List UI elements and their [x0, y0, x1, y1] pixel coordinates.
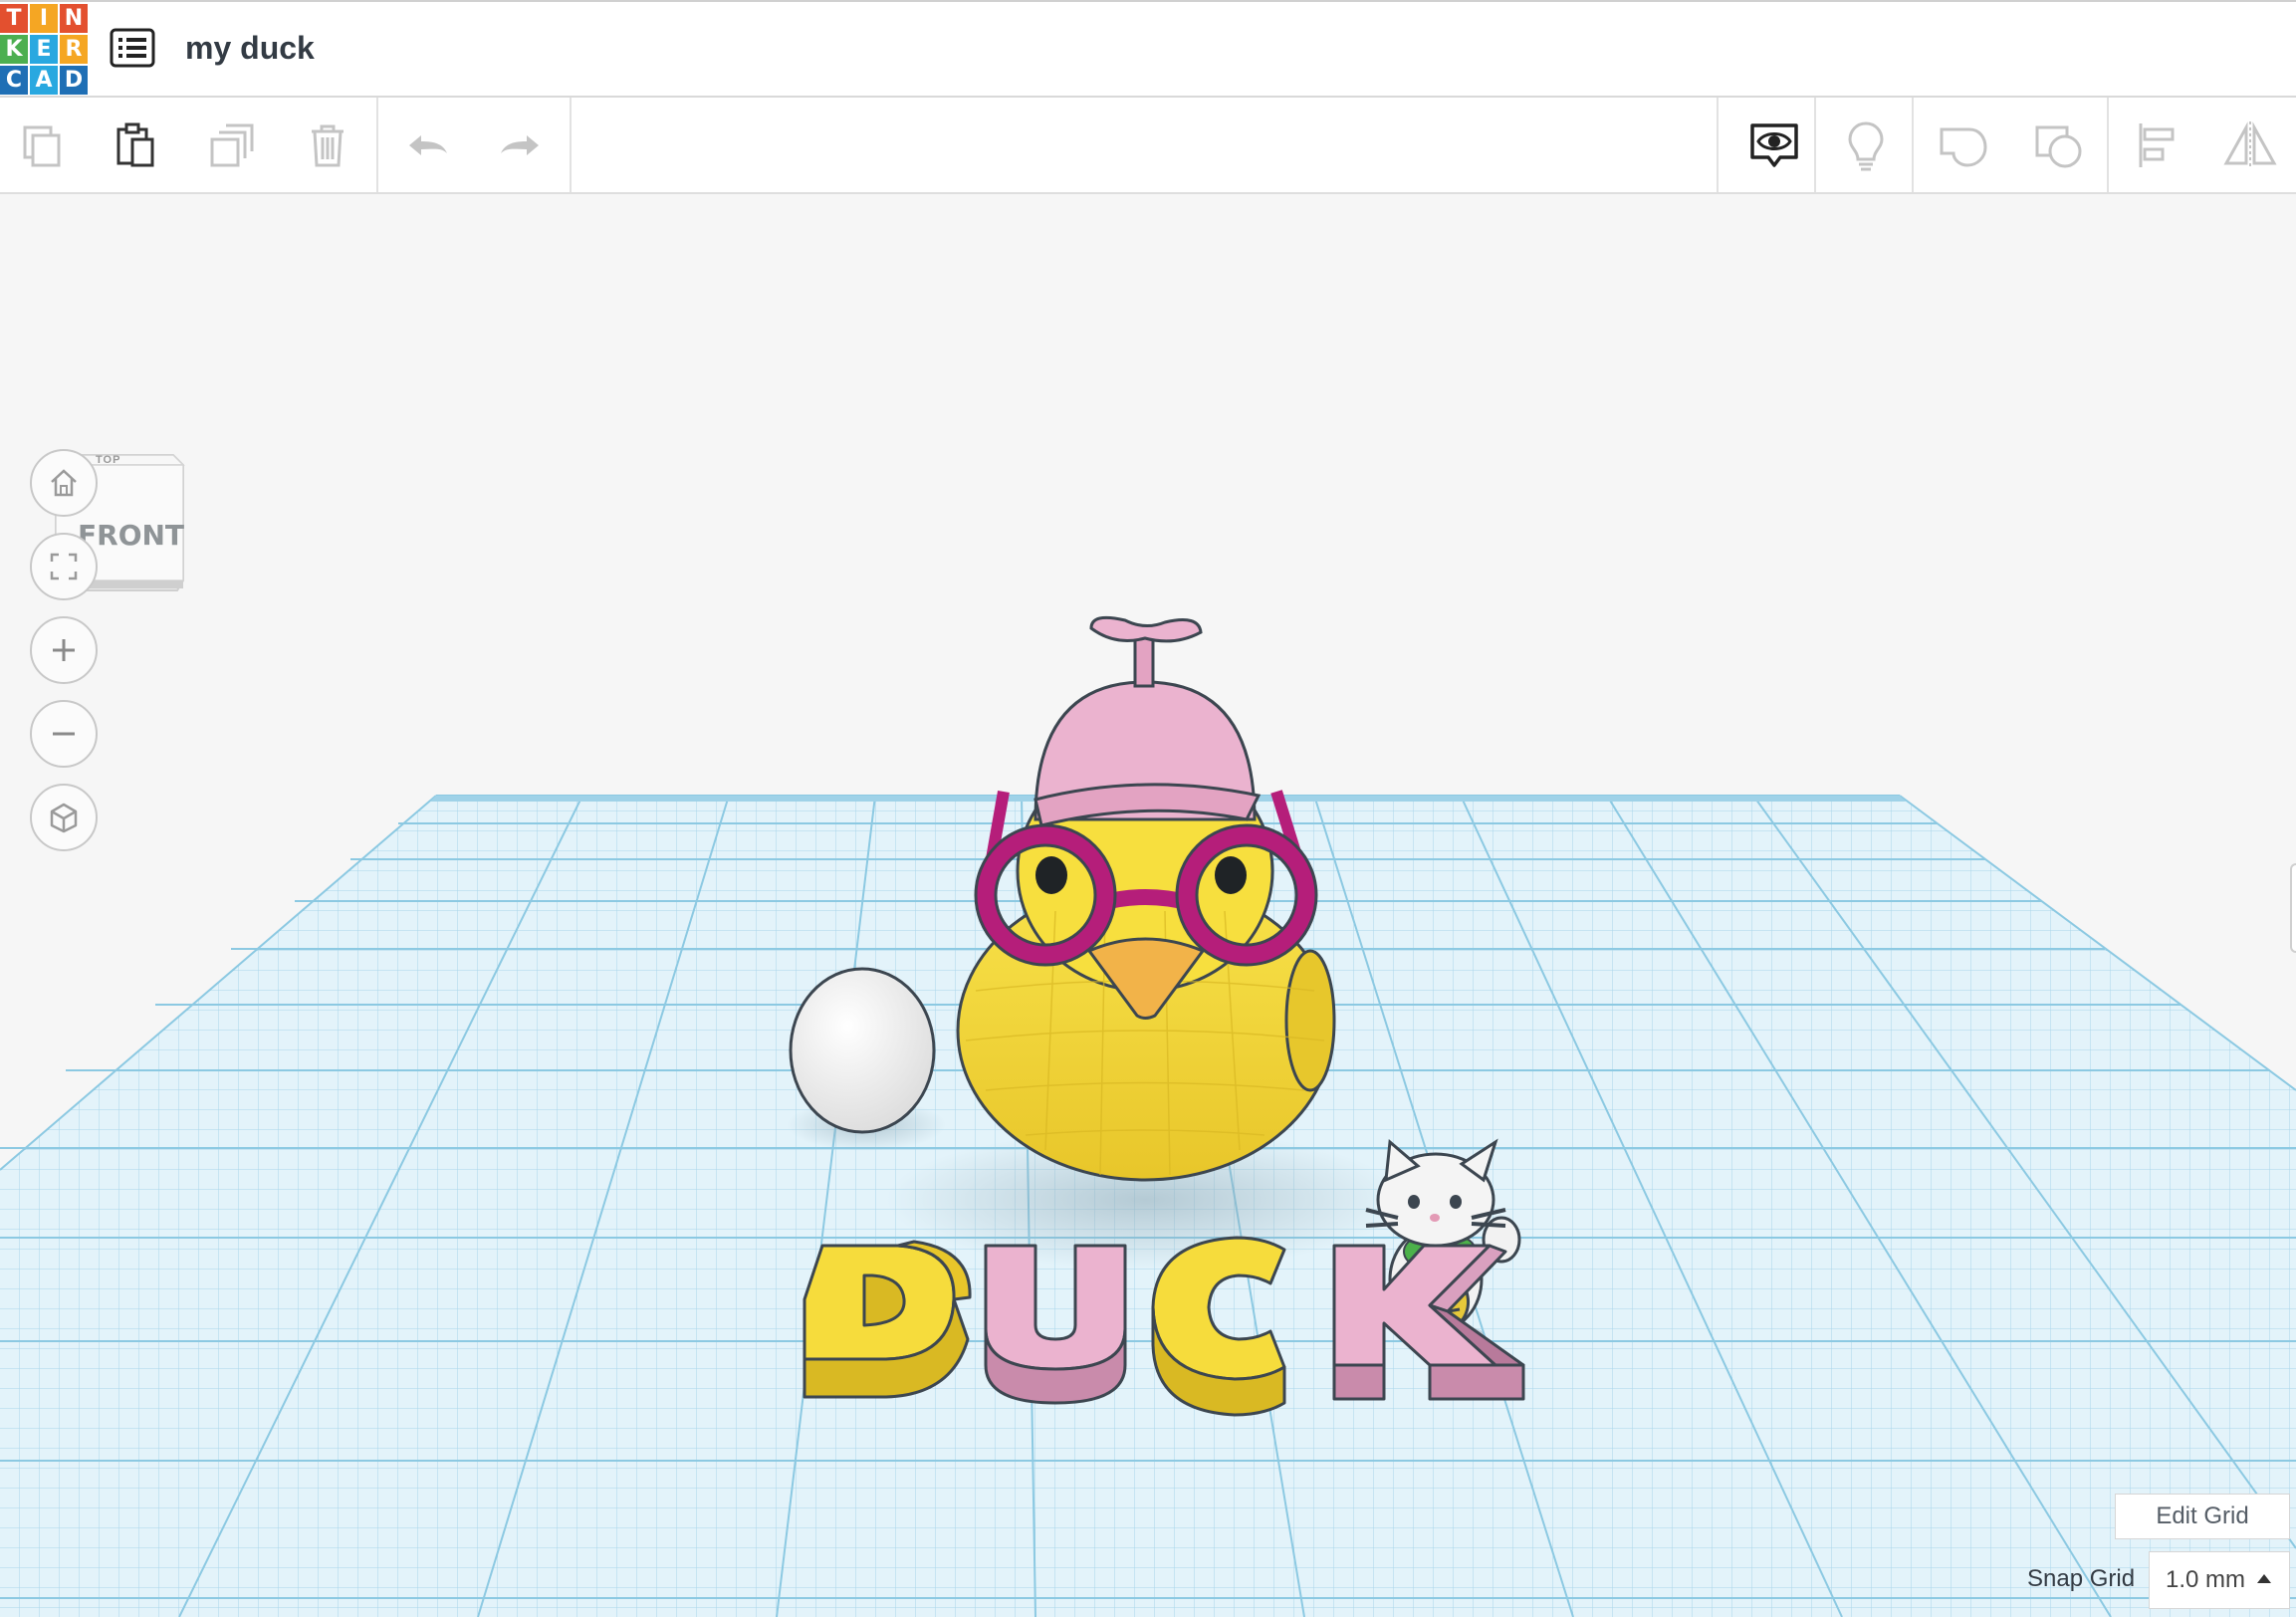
align-icon [2139, 122, 2175, 167]
ortho-view-icon [50, 803, 78, 833]
delete-button[interactable] [295, 98, 360, 192]
top-bar: T I N K E R C A D my duck [0, 0, 2296, 98]
group-icon [1940, 127, 1987, 167]
toolbar-divider [1717, 98, 1719, 192]
scene-canvas[interactable] [0, 194, 2296, 1617]
fit-view-button[interactable] [30, 533, 98, 600]
undo-button[interactable] [394, 98, 460, 192]
zoom-out-button[interactable] [30, 700, 98, 768]
list-icon [110, 28, 155, 68]
toolbar-divider [1814, 98, 1816, 192]
show-all-button[interactable] [1732, 98, 1816, 192]
duplicate-button[interactable] [199, 98, 265, 192]
fit-view-icon [50, 553, 78, 580]
ortho-view-button[interactable] [30, 784, 98, 851]
logo-letter: R [60, 35, 88, 64]
view-cube-front-label: FRONT [78, 519, 185, 552]
mirror-icon [2223, 120, 2277, 169]
ungroup-button[interactable] [2019, 98, 2099, 192]
logo-letter: D [60, 66, 88, 95]
paste-button[interactable] [102, 98, 167, 192]
copy-icon [23, 125, 61, 166]
snap-grid-select[interactable]: 1.0 mm [2149, 1551, 2290, 1609]
logo-letter: A [30, 66, 58, 95]
redo-button[interactable] [488, 98, 554, 192]
group-button[interactable] [1924, 98, 2003, 192]
designs-list-button[interactable] [110, 28, 155, 68]
side-panel-toggle[interactable] [2290, 863, 2296, 953]
toolbar-divider [570, 98, 572, 192]
mirror-button[interactable] [2212, 98, 2288, 192]
delete-icon [312, 124, 344, 166]
zoom-in-button[interactable] [30, 616, 98, 684]
snap-grid-value: 1.0 mm [2166, 1566, 2246, 1593]
undo-icon [409, 134, 447, 155]
toolbar-divider [1912, 98, 1914, 192]
ungroup-icon [2035, 125, 2082, 167]
notes-button[interactable] [1828, 98, 1904, 192]
redo-icon [501, 134, 539, 155]
zoom-out-icon [53, 732, 75, 736]
toolbar-divider [376, 98, 378, 192]
edit-toolbar [0, 98, 2296, 194]
lightbulb-icon [1848, 120, 1884, 170]
document-title[interactable]: my duck [185, 30, 315, 67]
logo-letter: E [30, 35, 58, 64]
home-view-icon [51, 469, 77, 497]
toolbar-divider [2107, 98, 2109, 192]
caret-up-icon [2257, 1574, 2271, 1583]
egg-object[interactable] [789, 967, 936, 1134]
paste-icon [116, 122, 154, 166]
zoom-in-icon [53, 639, 75, 661]
snap-grid-label: Snap Grid [2027, 1565, 2136, 1592]
logo-letter: N [60, 4, 88, 33]
propeller-hat-object[interactable] [1033, 615, 1262, 827]
show-all-icon [1750, 122, 1798, 167]
logo-letter: T [0, 4, 28, 33]
edit-grid-button[interactable]: Edit Grid [2115, 1494, 2290, 1539]
tinkercad-logo[interactable]: T I N K E R C A D [0, 4, 88, 95]
duplicate-icon [210, 123, 254, 166]
align-button[interactable] [2119, 98, 2194, 192]
home-view-button[interactable] [30, 449, 98, 517]
3d-viewport[interactable]: TOP FRONT [0, 194, 2296, 1617]
view-cube-top-label: TOP [96, 454, 121, 466]
logo-letter: I [30, 4, 58, 33]
logo-letter: K [0, 35, 28, 64]
copy-button[interactable] [8, 98, 74, 192]
logo-letter: C [0, 66, 28, 95]
